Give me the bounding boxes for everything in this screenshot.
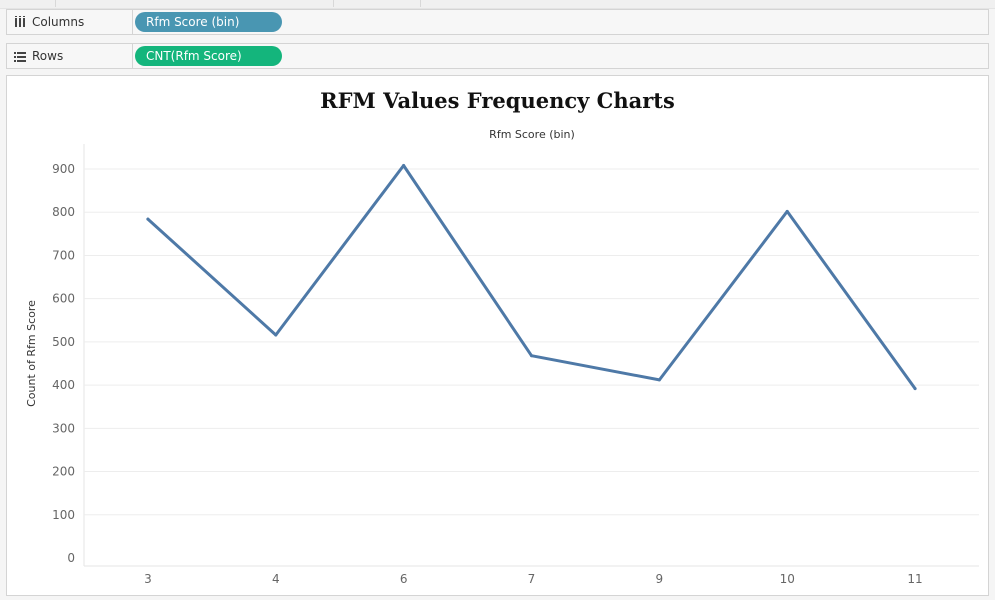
x-tick-label: 6 bbox=[400, 572, 408, 586]
y-tick-label: 700 bbox=[52, 248, 75, 262]
x-tick-label: 11 bbox=[907, 572, 922, 586]
x-tick-label: 7 bbox=[528, 572, 536, 586]
columns-label-text: Columns bbox=[32, 15, 85, 29]
rows-shelf-label: Rows bbox=[7, 44, 133, 68]
y-tick-label: 900 bbox=[52, 162, 75, 176]
y-tick-label: 300 bbox=[52, 421, 75, 435]
y-tick-label: 100 bbox=[52, 508, 75, 522]
columns-shelf-label: Columns bbox=[7, 10, 133, 34]
strip-divider bbox=[333, 0, 334, 7]
y-tick-label: 200 bbox=[52, 465, 75, 479]
top-strip bbox=[0, 0, 995, 9]
data-point bbox=[785, 209, 789, 213]
rows-label-text: Rows bbox=[32, 49, 64, 63]
strip-divider bbox=[420, 0, 421, 7]
rows-pill[interactable]: CNT(Rfm Score) bbox=[135, 46, 282, 66]
line-chart: 0 100 200 300 400 500 600 700 800 900 Count of Rfm… bbox=[25, 144, 979, 586]
rows-shelf[interactable]: Rows CNT(Rfm Score) bbox=[6, 43, 989, 69]
y-tick-label: 500 bbox=[52, 335, 75, 349]
y-tick-label: 600 bbox=[52, 292, 75, 306]
data-point bbox=[146, 217, 150, 221]
data-point bbox=[913, 387, 917, 391]
rows-icon bbox=[14, 50, 26, 62]
data-point bbox=[274, 333, 278, 337]
columns-pill[interactable]: Rfm Score (bin) bbox=[135, 12, 282, 32]
x-tick-label: 9 bbox=[656, 572, 664, 586]
strip-divider bbox=[55, 0, 56, 7]
y-tick-label: 0 bbox=[67, 551, 75, 565]
x-tick-label: 4 bbox=[272, 572, 280, 586]
viz-area: RFM Values Frequency Charts Rfm Score (b… bbox=[6, 75, 989, 596]
columns-shelf[interactable]: Columns Rfm Score (bin) bbox=[6, 9, 989, 35]
y-tick-label: 400 bbox=[52, 378, 75, 392]
x-tick-label: 10 bbox=[780, 572, 795, 586]
x-tick-label: 3 bbox=[144, 572, 152, 586]
y-tick-label: 800 bbox=[52, 205, 75, 219]
y-axis-title: Count of Rfm Score bbox=[25, 300, 38, 407]
data-point bbox=[530, 354, 533, 358]
data-point bbox=[402, 164, 406, 168]
columns-icon bbox=[14, 16, 26, 28]
data-point bbox=[657, 378, 661, 382]
